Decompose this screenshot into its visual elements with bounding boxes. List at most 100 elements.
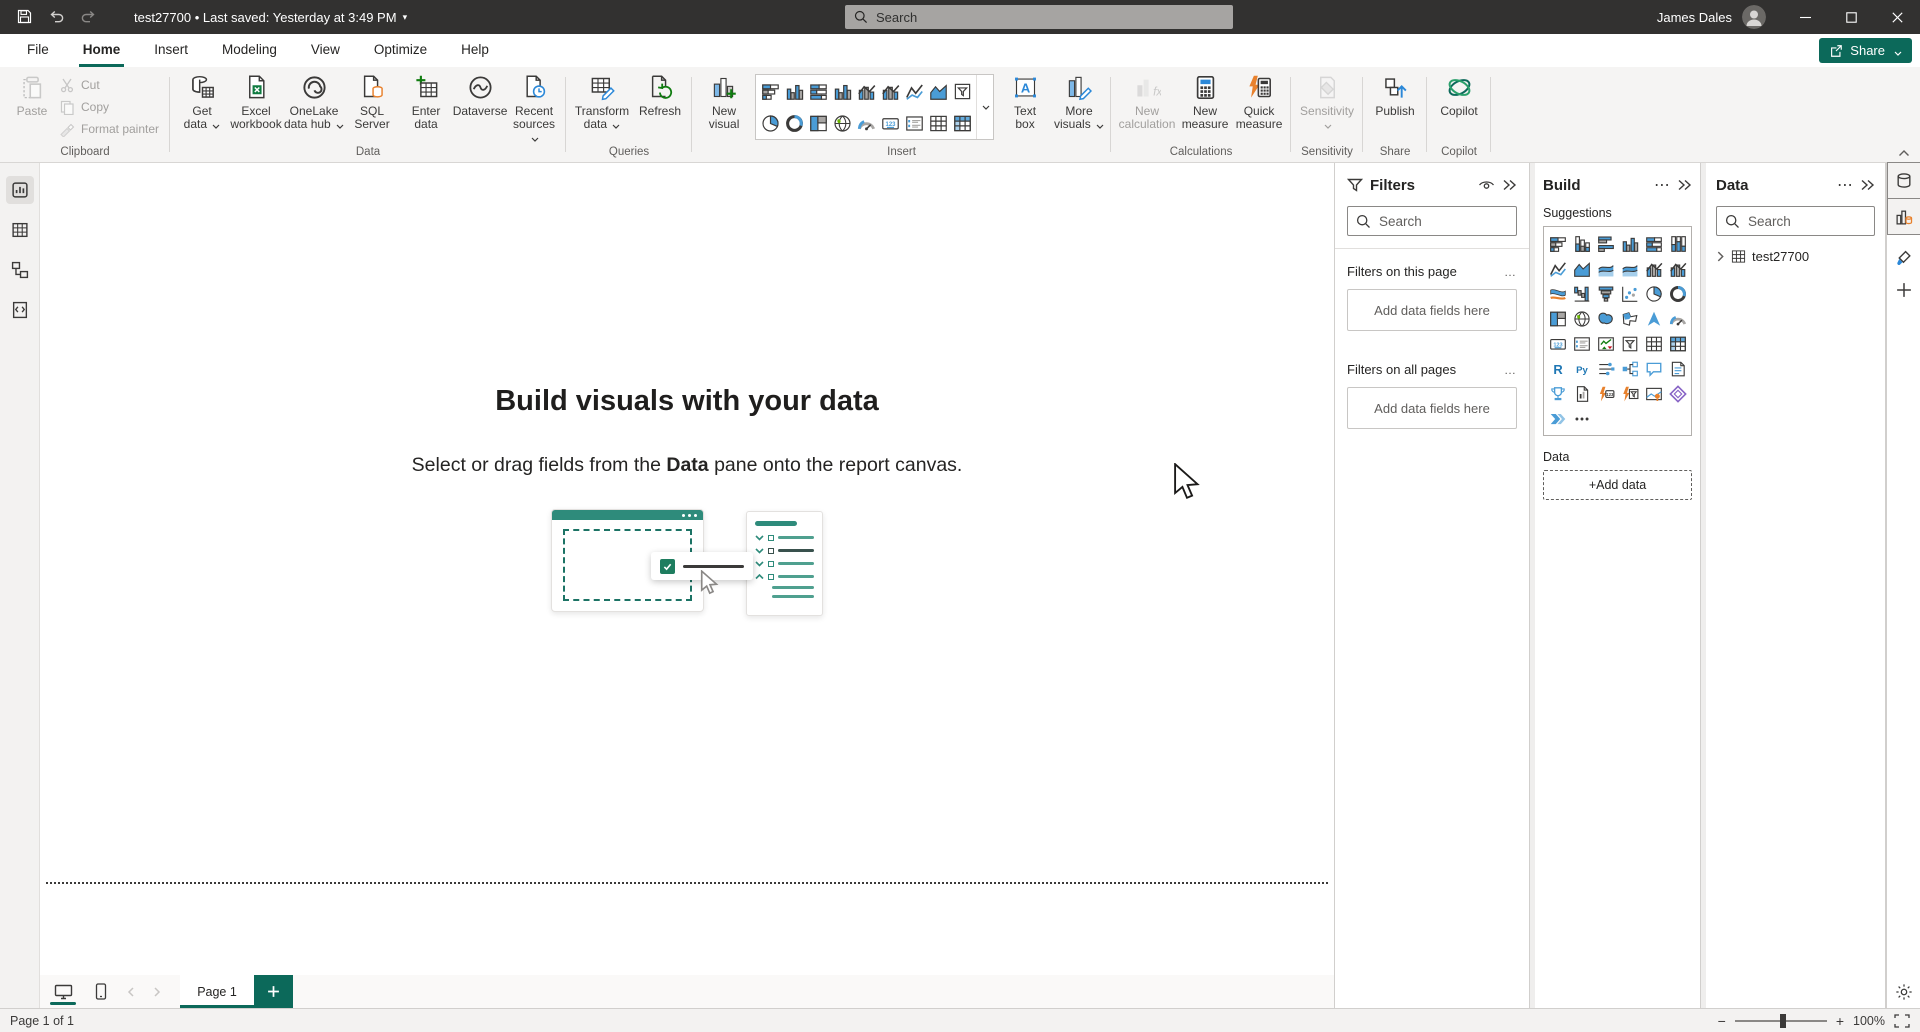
stacked-bar-visual-icon[interactable] — [761, 82, 780, 101]
table-view-button[interactable] — [6, 216, 34, 244]
paginated-report-visual-icon[interactable] — [1573, 385, 1591, 403]
new-calculation-button[interactable]: fxNewcalculation — [1116, 70, 1178, 131]
publish-button[interactable]: Publish — [1368, 70, 1422, 118]
bar-100-visual-icon[interactable] — [1645, 235, 1663, 253]
clustered-column-visual-icon[interactable] — [785, 82, 804, 101]
gauge-visual-icon[interactable] — [857, 114, 876, 133]
share-button[interactable]: Share — [1819, 38, 1912, 63]
quick-measure-button[interactable]: Quickmeasure — [1232, 70, 1286, 131]
menu-tab-view[interactable]: View — [294, 34, 357, 67]
text-box-button[interactable]: ATextbox — [998, 70, 1052, 131]
more-visual-icon[interactable] — [1573, 410, 1591, 428]
copilot-button[interactable]: Copilot — [1432, 70, 1486, 118]
combo-visual-icon[interactable] — [1645, 260, 1663, 278]
expand-chevron-icon[interactable] — [1716, 251, 1725, 262]
data-search-input[interactable] — [1748, 214, 1866, 229]
close-button[interactable] — [1874, 0, 1920, 34]
metrics-visual-icon[interactable] — [1549, 385, 1567, 403]
add-pane-button[interactable] — [1895, 281, 1913, 299]
area-visual-icon[interactable] — [1573, 260, 1591, 278]
sensitivity-button[interactable]: Sensitivity — [1296, 70, 1358, 131]
data-table-row[interactable]: test27700 — [1716, 249, 1875, 264]
menu-tab-file[interactable]: File — [10, 34, 66, 67]
matrix-visual-icon[interactable] — [953, 114, 972, 133]
menu-tab-insert[interactable]: Insert — [137, 34, 205, 67]
data-search-box[interactable] — [1716, 206, 1875, 236]
report-canvas[interactable]: Build visuals with your data Select or d… — [40, 163, 1334, 975]
area-100-visual-icon[interactable] — [1621, 260, 1639, 278]
more-visuals-button[interactable]: Morevisuals — [1052, 70, 1106, 131]
refresh-button[interactable]: Refresh — [633, 70, 687, 118]
treemap-visual-icon[interactable] — [809, 114, 828, 133]
clustered-column-2-visual-icon[interactable] — [833, 82, 852, 101]
python-visual-icon[interactable]: Py — [1573, 360, 1591, 378]
donut-visual-icon[interactable] — [1669, 285, 1687, 303]
document-title[interactable]: test27700 • Last saved: Yesterday at 3:4… — [134, 10, 407, 25]
previous-page-arrow-icon[interactable] — [120, 975, 142, 1008]
new-measure-button[interactable]: Newmeasure — [1178, 70, 1232, 131]
minimize-button[interactable] — [1782, 0, 1828, 34]
copy-button[interactable]: Copy — [59, 97, 165, 117]
power-automate-visual-icon[interactable] — [1549, 410, 1567, 428]
scatter-visual-icon[interactable] — [1621, 285, 1639, 303]
excel-workbook-button[interactable]: Excelworkbook — [229, 70, 283, 131]
redo-icon[interactable] — [80, 8, 98, 26]
clustered-bar-visual-icon[interactable] — [1597, 235, 1615, 253]
qa-visual-icon[interactable] — [1645, 360, 1663, 378]
menu-tab-optimize[interactable]: Optimize — [357, 34, 444, 67]
donut-visual-icon[interactable] — [785, 114, 804, 133]
multi-row-card-visual-icon[interactable] — [1573, 335, 1591, 353]
global-search[interactable] — [845, 5, 1233, 29]
combo-visual-icon[interactable] — [857, 82, 876, 101]
filters-search-box[interactable] — [1347, 206, 1517, 236]
cut-button[interactable]: Cut — [59, 75, 165, 95]
filters-page-dropzone[interactable]: Add data fields here — [1347, 289, 1517, 331]
collapse-pane-icon[interactable] — [1860, 179, 1875, 191]
more-options-icon[interactable]: … — [1504, 265, 1517, 279]
combo-2-visual-icon[interactable] — [881, 82, 900, 101]
line-visual-icon[interactable] — [1549, 260, 1567, 278]
decomposition-tree-visual-icon[interactable] — [1621, 360, 1639, 378]
pie-visual-icon[interactable] — [761, 114, 780, 133]
zoom-slider[interactable] — [1735, 1020, 1827, 1022]
data-pane-toggle-button[interactable] — [1887, 162, 1920, 199]
stacked-area-visual-icon[interactable] — [1597, 260, 1615, 278]
report-view-button[interactable] — [6, 176, 34, 204]
format-painter-button[interactable]: Format painter — [59, 119, 165, 139]
slicer-visual-icon[interactable] — [953, 82, 972, 101]
zoom-in-button[interactable]: + — [1836, 1013, 1844, 1029]
more-options-icon[interactable]: … — [1504, 363, 1517, 377]
menu-tab-home[interactable]: Home — [66, 34, 138, 67]
model-view-button[interactable] — [6, 256, 34, 284]
smart-narrative-visual-icon[interactable] — [1669, 360, 1687, 378]
paste-button[interactable]: Paste — [5, 70, 59, 118]
new-visual-button[interactable]: Newvisual — [697, 70, 751, 131]
arcgis-map-visual-icon[interactable] — [1645, 385, 1663, 403]
collapse-ribbon-icon[interactable] — [1898, 149, 1910, 157]
combo-2-visual-icon[interactable] — [1669, 260, 1687, 278]
more-options-icon[interactable]: ⋯ — [1837, 175, 1853, 195]
mobile-layout-button[interactable] — [86, 975, 116, 1008]
treemap-visual-icon[interactable] — [1549, 310, 1567, 328]
next-page-arrow-icon[interactable] — [146, 975, 168, 1008]
maximize-button[interactable] — [1828, 0, 1874, 34]
user-name[interactable]: James Dales — [1657, 10, 1732, 25]
fit-to-page-icon[interactable] — [1894, 1014, 1910, 1028]
dataverse-button[interactable]: Dataverse — [453, 70, 507, 118]
table-visual-icon[interactable] — [1645, 335, 1663, 353]
filters-search-input[interactable] — [1379, 214, 1508, 229]
filled-map-visual-icon[interactable] — [1597, 310, 1615, 328]
ribbon-visual-icon[interactable] — [1549, 285, 1567, 303]
line-visual-icon[interactable] — [905, 82, 924, 101]
build-pane-toggle-button[interactable] — [1887, 198, 1920, 235]
collapse-pane-icon[interactable] — [1502, 179, 1517, 191]
shape-map-visual-icon[interactable] — [1621, 310, 1639, 328]
card-123-visual-icon[interactable]: 123 — [881, 114, 900, 133]
area-visual-icon[interactable] — [929, 82, 948, 101]
dax-query-view-button[interactable] — [6, 296, 34, 324]
transform-data-button[interactable]: Transformdata — [571, 70, 633, 131]
zoom-slider-handle[interactable] — [1780, 1014, 1786, 1028]
key-influencers-visual-icon[interactable] — [1597, 360, 1615, 378]
recent-sources-button[interactable]: Recentsources — [507, 70, 561, 144]
filters-all-pages-dropzone[interactable]: Add data fields here — [1347, 387, 1517, 429]
